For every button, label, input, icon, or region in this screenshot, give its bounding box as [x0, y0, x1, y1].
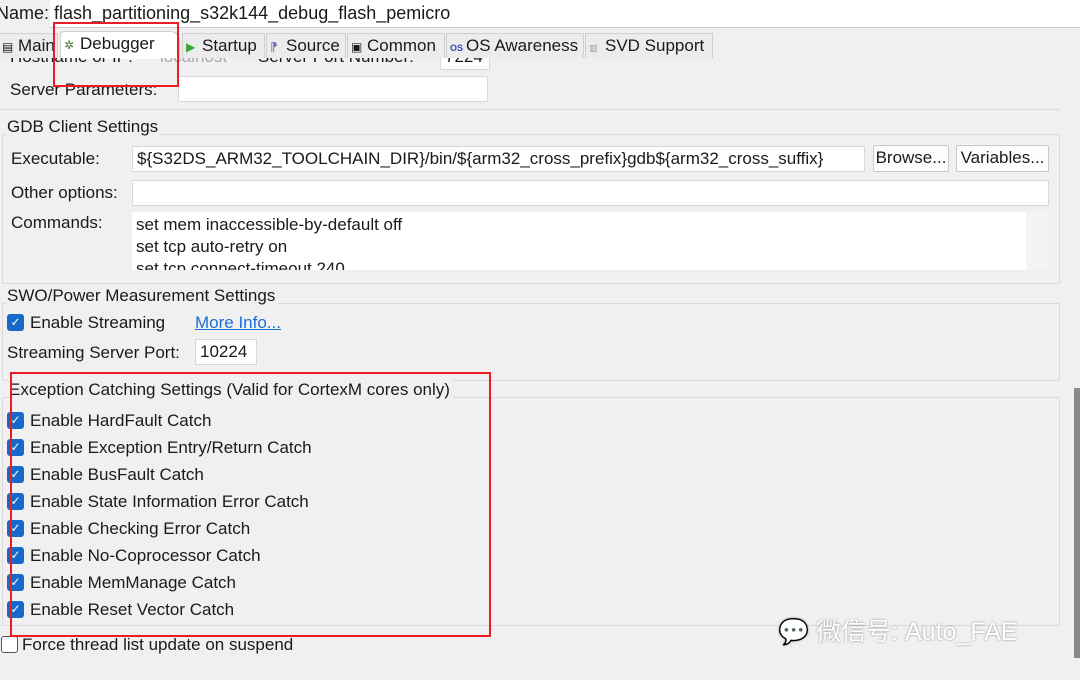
command-line: set tcp connect-timeout 240: [136, 259, 345, 270]
tab-label: Common: [367, 36, 436, 55]
name-label: Name:: [0, 3, 50, 23]
highlight-box-debugger-tab: [53, 22, 179, 87]
tab-label: SVD Support: [605, 36, 705, 55]
server-port-field[interactable]: 7224: [440, 58, 490, 70]
tab-label: Source: [286, 36, 340, 55]
wechat-icon: 💬: [778, 618, 810, 646]
server-port-label: Server Port Number:: [258, 58, 414, 67]
watermark-text: 微信号: Auto_FAE: [816, 618, 1018, 646]
os-icon: OS: [450, 43, 464, 53]
tab-label: Main: [18, 36, 55, 55]
browse-button[interactable]: Browse...: [873, 145, 949, 172]
more-info-link[interactable]: More Info...: [195, 313, 281, 333]
executable-label: Executable:: [11, 149, 100, 168]
streaming-port-field[interactable]: 10224: [195, 339, 257, 365]
command-line: set tcp auto-retry on: [136, 237, 288, 256]
tab-common[interactable]: ▣ Common: [347, 33, 445, 58]
tab-source[interactable]: ⁋ Source: [266, 33, 346, 58]
swo-group-title: SWO/Power Measurement Settings: [7, 286, 279, 306]
server-parameters-field[interactable]: [178, 76, 488, 102]
command-line: set mem inaccessible-by-default off: [136, 215, 403, 234]
name-field[interactable]: flash_partitioning_s32k144_debug_flash_p…: [50, 0, 1080, 28]
variables-button[interactable]: Variables...: [956, 145, 1049, 172]
tab-label: Startup: [202, 36, 257, 55]
tab-label: OS Awareness: [466, 36, 579, 55]
other-options-field[interactable]: [132, 180, 1049, 206]
other-options-label: Other options:: [11, 183, 118, 202]
force-thread-checkbox[interactable]: [1, 636, 18, 653]
force-thread-label[interactable]: Force thread list update on suspend: [22, 635, 293, 655]
enable-streaming-checkbox[interactable]: ✓: [7, 314, 24, 331]
play-icon: ▶: [186, 40, 196, 54]
svd-icon: ▥: [589, 43, 598, 53]
enable-streaming-label[interactable]: Enable Streaming: [30, 313, 165, 333]
tab-startup[interactable]: ▶ Startup: [182, 33, 265, 58]
tab-main[interactable]: ▤ Main: [0, 33, 58, 58]
wechat-watermark: 💬 微信号: Auto_FAE: [778, 612, 1018, 648]
divider: [0, 109, 1060, 110]
vertical-scrollbar-thumb[interactable]: [1074, 388, 1080, 658]
tab-svd-support[interactable]: ▥ SVD Support: [585, 33, 713, 58]
common-icon: ▣: [351, 40, 363, 54]
commands-label: Commands:: [11, 213, 103, 232]
commands-textarea[interactable]: set mem inaccessible-by-default off set …: [132, 212, 1026, 270]
source-icon: ⁋: [270, 40, 278, 54]
tab-os-awareness[interactable]: OS OS Awareness: [446, 33, 584, 58]
highlight-box-exceptions: [10, 372, 491, 637]
streaming-port-label: Streaming Server Port:: [7, 343, 180, 362]
executable-field[interactable]: ${S32DS_ARM32_TOOLCHAIN_DIR}/bin/${arm32…: [132, 146, 865, 172]
document-icon: ▤: [2, 40, 14, 54]
commands-scrollbar[interactable]: [1026, 212, 1048, 270]
gdb-group-title: GDB Client Settings: [7, 117, 162, 137]
